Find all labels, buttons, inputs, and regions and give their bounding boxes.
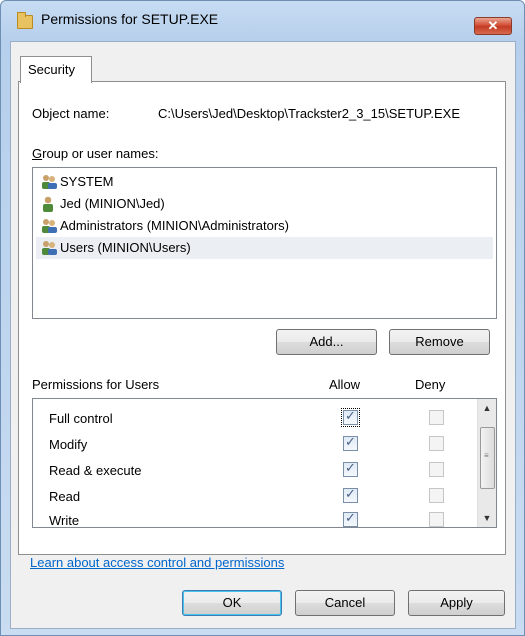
permissions-scrollbar[interactable]: ▲ ≡ ▼ <box>477 399 496 527</box>
check-icon: ✓ <box>345 408 356 423</box>
allow-column-header: Allow <box>329 377 361 392</box>
add-button-label: Add... <box>309 334 344 349</box>
deny-checkbox[interactable] <box>429 410 444 425</box>
permission-label: Full control <box>49 411 113 426</box>
user-group-icon <box>42 175 57 189</box>
cancel-button[interactable]: Cancel <box>295 590 395 616</box>
apply-button-label: Apply <box>440 595 473 610</box>
add-button[interactable]: Add... <box>276 329 377 355</box>
scroll-down-arrow-icon[interactable]: ▼ <box>478 509 496 527</box>
list-item[interactable]: SYSTEM <box>36 171 493 193</box>
remove-button[interactable]: Remove <box>389 329 490 355</box>
scroll-up-arrow-icon[interactable]: ▲ <box>478 399 496 417</box>
permissions-list: Full control ✓ Modify ✓ Read & execute ✓… <box>32 398 497 528</box>
ok-button[interactable]: OK <box>182 590 282 616</box>
list-item-selected[interactable]: Users (MINION\Users) <box>36 237 493 259</box>
cancel-button-label: Cancel <box>324 595 366 610</box>
list-item[interactable]: Jed (MINION\Jed) <box>36 193 493 215</box>
list-item[interactable]: Administrators (MINION\Administrators) <box>36 215 493 237</box>
permission-label: Write <box>49 513 80 528</box>
tab-label: Security <box>28 62 75 77</box>
learn-more-link[interactable]: Learn about access control and permissio… <box>30 555 284 570</box>
list-item-label: Administrators (MINION\Administrators) <box>60 218 289 233</box>
check-icon: ✓ <box>345 486 356 501</box>
object-name-label: Object name: <box>32 106 110 121</box>
user-list[interactable]: SYSTEM Jed (MINION\Jed) Administrators (… <box>32 167 497 319</box>
allow-checkbox[interactable]: ✓ <box>343 510 358 527</box>
allow-checkbox[interactable]: ✓ <box>343 486 358 503</box>
folder-icon <box>17 12 33 29</box>
list-item-label: Jed (MINION\Jed) <box>60 196 165 211</box>
deny-checkbox[interactable] <box>429 488 444 503</box>
close-button[interactable]: ✕ <box>474 17 512 35</box>
permissions-label: Permissions for Users <box>32 377 160 392</box>
permission-row-modify: Modify ✓ <box>33 431 473 457</box>
tab-security[interactable]: Security <box>20 56 92 83</box>
permission-row-write: Write ✓ <box>33 507 473 528</box>
permission-row-read: Read ✓ <box>33 483 473 509</box>
user-icon <box>43 196 53 212</box>
title-bar[interactable]: Permissions for SETUP.EXE ✕ <box>1 1 524 35</box>
apply-button[interactable]: Apply <box>408 590 505 616</box>
permission-label: Modify <box>49 437 88 452</box>
permission-row-full-control: Full control ✓ <box>33 405 473 431</box>
ok-button-label: OK <box>222 595 242 610</box>
list-item-label: SYSTEM <box>60 174 114 189</box>
deny-checkbox[interactable] <box>429 462 444 477</box>
allow-checkbox[interactable]: ✓ <box>341 408 360 427</box>
group-names-label: Group or user names: <box>32 146 159 161</box>
check-icon: ✓ <box>345 510 356 525</box>
user-group-icon <box>42 219 57 233</box>
user-group-icon <box>42 241 57 255</box>
permission-label: Read & execute <box>49 463 142 478</box>
allow-checkbox[interactable]: ✓ <box>343 434 358 451</box>
allow-checkbox[interactable]: ✓ <box>343 460 358 477</box>
object-name-value: C:\Users\Jed\Desktop\Trackster2_3_15\SET… <box>158 106 461 121</box>
deny-checkbox[interactable] <box>429 512 444 527</box>
check-icon: ✓ <box>345 434 356 449</box>
permission-row-read-execute: Read & execute ✓ <box>33 457 473 483</box>
grip-icon: ≡ <box>484 451 489 460</box>
deny-column-header: Deny <box>415 377 446 392</box>
remove-button-label: Remove <box>415 334 464 349</box>
window-title: Permissions for SETUP.EXE <box>41 11 219 27</box>
deny-checkbox[interactable] <box>429 436 444 451</box>
permission-label: Read <box>49 489 81 504</box>
scrollbar-thumb[interactable]: ≡ <box>480 427 495 489</box>
list-item-label: Users (MINION\Users) <box>60 240 191 255</box>
check-icon: ✓ <box>345 460 356 475</box>
